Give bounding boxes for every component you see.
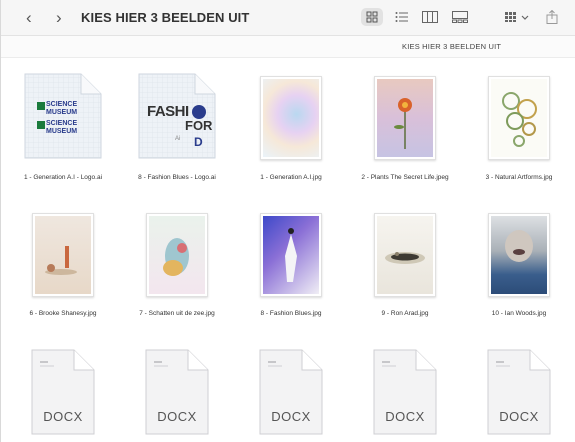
doc-type-label: DOCX	[43, 409, 83, 424]
image-thumbnail	[260, 213, 322, 297]
file-grid: SCIENCE MUSEUM SCIENCE MUSEUM 1 - Genera…	[1, 58, 575, 442]
logo-science-a: SCIENCE	[46, 101, 78, 108]
file-label: 2 - Plants The Secret Life.jpeg	[361, 174, 449, 181]
file-label: 6 - Brooke Shanesy.jpg	[29, 310, 97, 317]
icon-view-button[interactable]	[361, 8, 383, 26]
docx-file-icon: DOCX	[486, 348, 552, 436]
image-thumbnail	[260, 76, 322, 160]
column-view-button[interactable]	[421, 8, 439, 26]
logo-science-b: MUSEUM	[46, 109, 78, 116]
ai-file-icon: FASHI FOR Ai D	[137, 72, 217, 160]
path-bar: KIES HIER 3 BEELDEN UIT	[1, 36, 575, 58]
image-thumbnail	[146, 213, 208, 297]
file-label: 8 - Fashion Blues - Logo.ai	[138, 174, 216, 181]
file-label: 9 - Ron Arad.jpg	[381, 310, 429, 317]
finder-window: ‹ › KIES HIER 3 BEELDEN UIT KIES HIER 3 …	[0, 0, 575, 442]
window-title: KIES HIER 3 BEELDEN UIT	[81, 10, 250, 25]
share-button[interactable]	[543, 8, 561, 26]
docx-file-icon: DOCX	[144, 348, 210, 436]
image-thumbnail	[32, 213, 94, 297]
image-thumbnail	[488, 76, 550, 160]
file-label: 10 - Ian Woods.jpg	[491, 310, 547, 317]
group-by-button[interactable]	[503, 8, 533, 26]
forward-button[interactable]: ›	[56, 9, 62, 27]
logo-fashion-a: FASHI	[147, 103, 189, 120]
list-view-button[interactable]	[393, 8, 411, 26]
group-by-icon	[505, 12, 529, 22]
docx-file-icon: DOCX	[372, 348, 438, 436]
file-label: 1 - Generation A.I - Logo.ai	[23, 174, 103, 181]
doc-type-label: DOCX	[499, 409, 539, 424]
gallery-view-button[interactable]	[451, 8, 469, 26]
column-view-icon	[422, 11, 438, 23]
image-thumbnail	[488, 213, 550, 297]
share-icon	[546, 10, 558, 24]
file-label: 8 - Fashion Blues.jpg	[260, 310, 322, 317]
file-label: 1 - Generation A.I.jpg	[260, 174, 322, 181]
docx-file-icon: DOCX	[258, 348, 324, 436]
back-button[interactable]: ‹	[26, 9, 32, 27]
image-thumbnail	[374, 213, 436, 297]
doc-type-label: DOCX	[271, 409, 311, 424]
list-view-icon	[395, 12, 408, 22]
path-crumb[interactable]: KIES HIER 3 BEELDEN UIT	[402, 42, 501, 51]
doc-type-label: DOCX	[157, 409, 197, 424]
image-thumbnail	[374, 76, 436, 160]
docx-file-icon: DOCX	[30, 348, 96, 436]
file-label: 7 - Schatten uit de zee.jpg	[139, 310, 215, 317]
logo-fashion-b: FOR	[185, 118, 213, 133]
logo-fashion-ai: Ai	[175, 136, 181, 142]
gallery-view-icon	[452, 11, 468, 23]
logo-fashion-c: D	[194, 135, 203, 149]
logo-science-c: SCIENCE	[46, 120, 78, 127]
doc-type-label: DOCX	[385, 409, 425, 424]
logo-science-d: MUSEUM	[46, 128, 78, 135]
ai-file-icon: SCIENCE MUSEUM SCIENCE MUSEUM	[23, 72, 103, 160]
icon-view-icon	[366, 11, 378, 23]
file-label: 3 - Natural Artforms.jpg	[485, 174, 553, 181]
toolbar: ‹ › KIES HIER 3 BEELDEN UIT	[1, 0, 575, 36]
